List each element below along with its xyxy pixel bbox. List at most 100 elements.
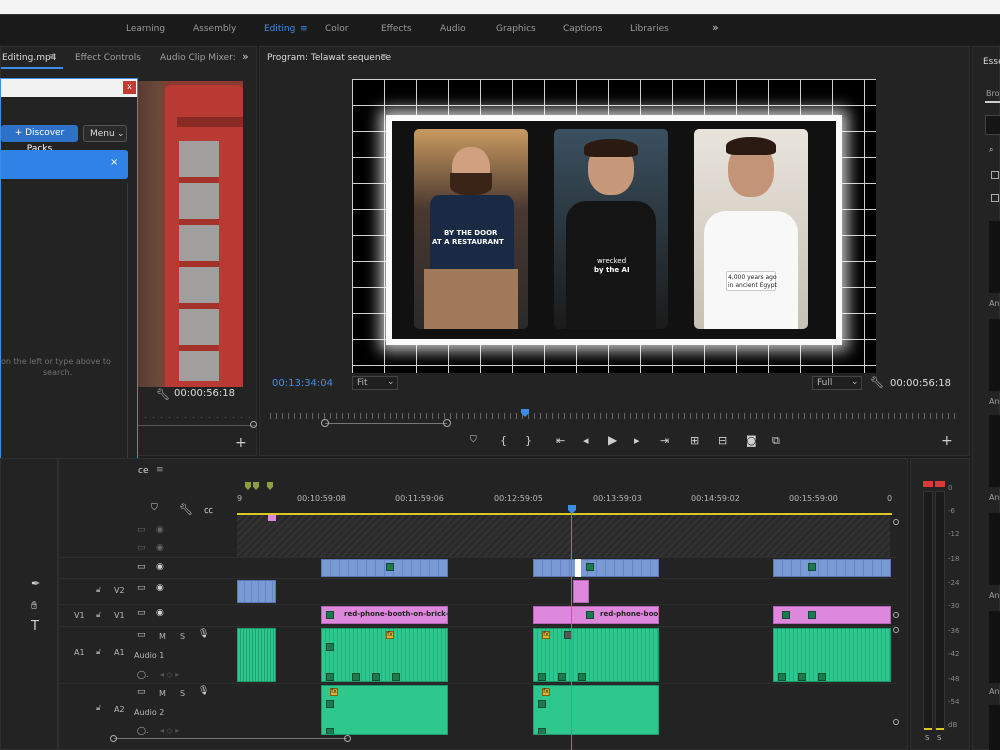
- video-clip[interactable]: [321, 559, 448, 577]
- video-clip[interactable]: [237, 580, 276, 603]
- lock-icon[interactable]: 🔓︎: [96, 703, 101, 713]
- clip-marker[interactable]: [268, 515, 276, 521]
- checkbox[interactable]: [991, 171, 999, 179]
- workspace-color[interactable]: Color: [325, 24, 349, 34]
- tab-essentials[interactable]: Esse: [983, 57, 1000, 67]
- eye-icon[interactable]: ◉: [156, 562, 164, 572]
- workspace-audio[interactable]: Audio: [440, 24, 466, 34]
- add-icon[interactable]: +: [941, 433, 953, 449]
- source-overflow-icon[interactable]: »: [242, 50, 249, 63]
- track-a2[interactable]: A2: [114, 705, 125, 714]
- search-field[interactable]: ×: [1, 150, 128, 179]
- wrench-icon[interactable]: 🔧︎: [156, 388, 170, 401]
- microphone-icon[interactable]: 🎙︎: [198, 686, 209, 696]
- step-back-icon[interactable]: ◂: [583, 434, 589, 447]
- keyframe-prev-icon[interactable]: ◂ ◇ ▸: [160, 726, 179, 735]
- fx-clip[interactable]: [573, 580, 589, 603]
- audio-clip[interactable]: fx: [533, 628, 659, 682]
- workspace-overflow-icon[interactable]: »: [712, 21, 719, 34]
- lock-icon[interactable]: 🔓︎: [96, 647, 101, 657]
- track-v1[interactable]: V1: [114, 611, 125, 620]
- marker-icon[interactable]: ⛉: [151, 503, 158, 513]
- vertical-scrollbar[interactable]: [893, 519, 899, 730]
- marker-icon[interactable]: ⛉: [470, 435, 477, 445]
- mark-in-icon[interactable]: {: [500, 434, 507, 447]
- video-clip[interactable]: [773, 559, 891, 577]
- solo-right-button[interactable]: S: [937, 734, 941, 742]
- tab-browse[interactable]: Brow: [986, 89, 1000, 98]
- source-tab-menu-icon[interactable]: ≡: [49, 52, 57, 62]
- workspace-captions[interactable]: Captions: [563, 24, 602, 34]
- fx-clip[interactable]: red-phone-booth-on-brick-260nw-: [321, 606, 478, 624]
- pen-icon[interactable]: ✒: [31, 577, 40, 590]
- checkbox[interactable]: [991, 194, 999, 202]
- workspace-editing[interactable]: Editing: [264, 24, 295, 34]
- track-v2[interactable]: V2: [114, 586, 125, 595]
- timeline-ruler[interactable]: 9 00:10:59:08 00:11:59:06 00:12:59:05 00…: [237, 478, 892, 515]
- source-patch-v1[interactable]: V1: [74, 611, 85, 620]
- audio-clip[interactable]: fx: [321, 628, 448, 682]
- audio-clip[interactable]: fx: [321, 685, 448, 735]
- fx-clip[interactable]: [773, 606, 891, 624]
- sync-lock-icon[interactable]: ▭: [137, 630, 146, 640]
- program-menu-icon[interactable]: ≡: [380, 52, 388, 62]
- eye-icon[interactable]: ◉: [156, 583, 164, 593]
- fit-dropdown[interactable]: Fit ⌄: [352, 376, 398, 390]
- program-playhead-timecode[interactable]: 00:13:34:04: [272, 378, 333, 389]
- hamburger-icon[interactable]: ≡: [300, 24, 308, 34]
- fx-clip[interactable]: red-phone-booth-o: [533, 606, 659, 624]
- workspace-assembly[interactable]: Assembly: [193, 24, 236, 34]
- tab-sequence[interactable]: ce: [138, 466, 149, 476]
- eye-icon[interactable]: ◉: [156, 543, 164, 553]
- program-monitor[interactable]: BY THE DOOR AT A RESTAURANT wrecked by t…: [352, 79, 876, 373]
- solo-left-button[interactable]: S: [925, 734, 929, 742]
- workspace-libraries[interactable]: Libraries: [630, 24, 669, 34]
- program-ruler[interactable]: [270, 413, 960, 419]
- audio-clip[interactable]: fx: [533, 685, 659, 735]
- lock-icon[interactable]: 🔓︎: [96, 585, 101, 595]
- program-title[interactable]: Program: Telawat sequence: [267, 53, 391, 63]
- timeline-menu-icon[interactable]: ≡: [156, 465, 164, 475]
- track-output-icon[interactable]: ▭: [137, 525, 146, 535]
- wrench-icon[interactable]: 🔧︎: [870, 376, 884, 389]
- resolution-dropdown[interactable]: Full ⌄: [812, 376, 862, 390]
- workspace-graphics[interactable]: Graphics: [496, 24, 536, 34]
- source-scrubber[interactable]: [137, 425, 257, 426]
- mute-button[interactable]: M: [159, 632, 166, 641]
- dialog-close-button[interactable]: x: [123, 81, 136, 94]
- track-output-icon[interactable]: ▭: [137, 562, 146, 572]
- extract-icon[interactable]: ⊟: [718, 434, 727, 447]
- mark-out-icon[interactable]: }: [525, 434, 532, 447]
- go-to-in-icon[interactable]: ⇤: [556, 434, 565, 447]
- play-icon[interactable]: ▶: [608, 433, 617, 447]
- volume-knob-icon[interactable]: ◯.: [137, 726, 149, 735]
- volume-knob-icon[interactable]: ◯.: [137, 670, 149, 679]
- lift-icon[interactable]: ⊞: [690, 434, 699, 447]
- zoom-bar[interactable]: [325, 423, 447, 424]
- discover-packs-button[interactable]: + Discover Packs: [1, 125, 78, 154]
- eye-icon[interactable]: ◉: [156, 608, 164, 618]
- menu-dropdown[interactable]: Menu ⌄: [83, 125, 127, 142]
- microphone-icon[interactable]: 🎙︎: [198, 629, 209, 639]
- hand-icon[interactable]: ✋︎: [31, 599, 37, 613]
- sync-lock-icon[interactable]: ▭: [137, 687, 146, 697]
- track-a1[interactable]: A1: [114, 648, 125, 657]
- tab-audio-clip-mixer[interactable]: Audio Clip Mixer:: [160, 53, 236, 63]
- audio-clip[interactable]: [773, 628, 891, 682]
- track-output-icon[interactable]: ▭: [137, 583, 146, 593]
- audio-clip[interactable]: [237, 628, 276, 682]
- workspace-effects[interactable]: Effects: [381, 24, 412, 34]
- type-icon[interactable]: T: [31, 619, 39, 634]
- lock-icon[interactable]: 🔓︎: [96, 610, 101, 620]
- step-forward-icon[interactable]: ▸: [634, 434, 640, 447]
- go-to-out-icon[interactable]: ⇥: [660, 434, 669, 447]
- workspace-learning[interactable]: Learning: [126, 24, 165, 34]
- essentials-search[interactable]: [985, 115, 1000, 135]
- add-icon[interactable]: +: [235, 435, 247, 451]
- horizontal-scrollbar[interactable]: [114, 738, 347, 739]
- eye-icon[interactable]: ◉: [156, 525, 164, 535]
- solo-button[interactable]: S: [180, 632, 185, 641]
- compare-icon[interactable]: ⧉: [772, 434, 780, 448]
- track-output-icon[interactable]: ▭: [137, 543, 146, 553]
- camera-icon[interactable]: ◙: [746, 434, 757, 447]
